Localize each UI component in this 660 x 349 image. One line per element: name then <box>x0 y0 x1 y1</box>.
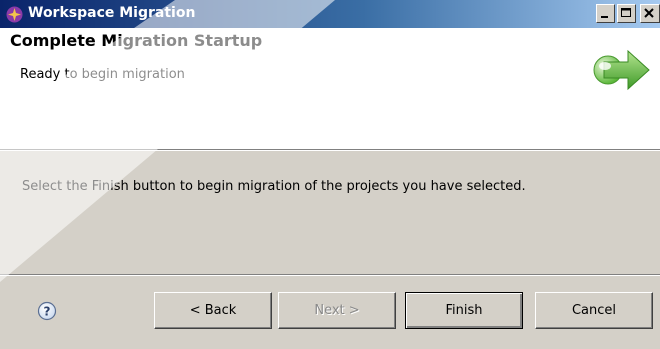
app-icon <box>6 6 23 23</box>
close-icon <box>644 8 654 18</box>
title-bar[interactable]: Workspace Migration <box>0 0 660 28</box>
instruction-text: Select the Finish button to begin migrat… <box>22 179 526 194</box>
workspace-migration-window: Workspace Migration Complete Migration S… <box>0 0 660 349</box>
wizard-arrow-icon <box>593 49 650 91</box>
minimize-icon <box>601 16 608 18</box>
help-icon[interactable]: ? <box>37 301 57 321</box>
cancel-button[interactable]: Cancel <box>535 292 653 329</box>
page-subtitle: Ready to begin migration <box>20 67 185 82</box>
minimize-button[interactable] <box>596 4 615 23</box>
maximize-icon <box>621 8 631 17</box>
finish-button[interactable]: Finish <box>405 292 523 329</box>
page-title: Complete Migration Startup <box>10 31 263 50</box>
svg-text:?: ? <box>44 305 51 319</box>
maximize-button[interactable] <box>617 4 636 23</box>
next-button[interactable]: Next > <box>278 292 396 329</box>
back-button[interactable]: < Back <box>154 292 272 329</box>
window-title: Workspace Migration <box>28 5 196 21</box>
close-button[interactable] <box>640 4 660 23</box>
